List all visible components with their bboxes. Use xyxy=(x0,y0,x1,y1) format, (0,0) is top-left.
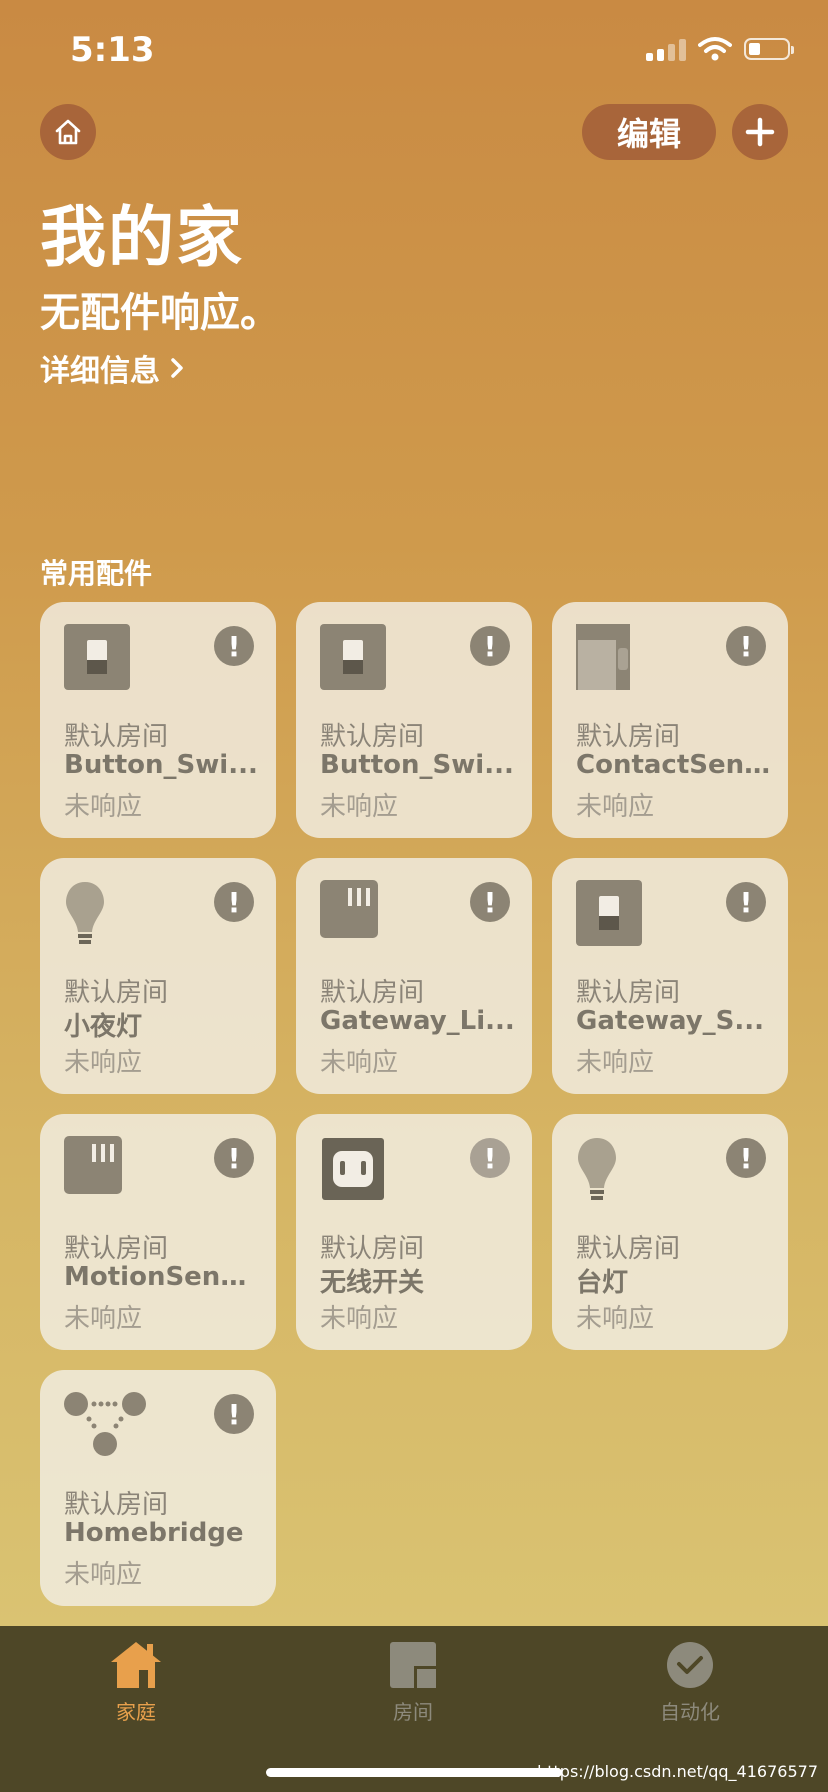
bridge-icon xyxy=(64,1392,146,1458)
tile-room: 默认房间 xyxy=(64,722,169,752)
sensor-icon xyxy=(320,880,386,946)
tile-room: 默认房间 xyxy=(320,1234,425,1264)
switch-icon xyxy=(64,624,130,690)
tile-name: ContactSen... xyxy=(576,750,772,780)
add-button[interactable] xyxy=(732,104,788,160)
home-settings-button[interactable] xyxy=(40,104,96,160)
alert-icon: ! xyxy=(470,626,510,666)
switch-icon xyxy=(320,624,386,690)
alert-icon: ! xyxy=(214,626,254,666)
edit-button[interactable]: 编辑 xyxy=(582,104,716,160)
alert-icon: ! xyxy=(214,1138,254,1178)
sensor-icon xyxy=(64,1136,130,1202)
tile-name: Gateway_Li... xyxy=(320,1006,515,1036)
tab-automation-label: 自动化 xyxy=(660,1700,720,1724)
tile-name: MotionSens... xyxy=(64,1262,260,1292)
alert-icon: ! xyxy=(726,626,766,666)
details-link[interactable]: 详细信息 xyxy=(40,346,184,390)
tile-status: 未响应 xyxy=(576,792,655,822)
tile-name: 无线开关 xyxy=(320,1268,425,1298)
alert-icon: ! xyxy=(726,882,766,922)
tile-name: 台灯 xyxy=(576,1268,629,1298)
house-outline-icon xyxy=(55,119,81,145)
house-filled-icon xyxy=(111,1642,161,1688)
status-icons xyxy=(646,36,794,62)
status-time: 5:13 xyxy=(70,30,155,70)
tile-status: 未响应 xyxy=(64,792,143,822)
alert-icon: ! xyxy=(726,1138,766,1178)
tab-automation[interactable]: 自动化 xyxy=(620,1640,760,1725)
tile-room: 默认房间 xyxy=(576,978,681,1008)
switch-icon xyxy=(576,880,642,946)
tile-room: 默认房间 xyxy=(576,722,681,752)
chevron-right-icon xyxy=(171,358,183,378)
tab-rooms-label: 房间 xyxy=(393,1700,433,1724)
tile-status: 未响应 xyxy=(576,1048,655,1078)
rooms-icon xyxy=(390,1642,436,1688)
tile-name: Homebridge xyxy=(64,1518,244,1548)
page-title: 我的家 xyxy=(40,199,244,276)
accessory-tile[interactable]: ! 默认房间 Button_Swi... 未响应 xyxy=(40,602,276,838)
tab-rooms[interactable]: 房间 xyxy=(343,1640,483,1725)
alert-icon: ! xyxy=(470,882,510,922)
accessory-tile[interactable]: ! 默认房间 MotionSens... 未响应 xyxy=(40,1114,276,1350)
cellular-signal-icon xyxy=(646,37,686,61)
tile-status: 未响应 xyxy=(64,1304,143,1334)
alert-icon: ! xyxy=(214,1394,254,1434)
tile-room: 默认房间 xyxy=(320,978,425,1008)
tile-room: 默认房间 xyxy=(64,978,169,1008)
accessory-tile[interactable]: ! 默认房间 Homebridge 未响应 xyxy=(40,1370,276,1606)
alert-icon: ! xyxy=(214,882,254,922)
accessory-tile[interactable]: ! 默认房间小夜灯未响应 xyxy=(40,858,276,1094)
tile-name: Button_Swi... xyxy=(64,750,258,780)
tile-status: 未响应 xyxy=(320,1048,399,1078)
accessory-tile[interactable]: ! 默认房间 ContactSen... 未响应 xyxy=(552,602,788,838)
bulb-icon xyxy=(576,1136,642,1202)
tab-home[interactable]: 家庭 xyxy=(66,1640,206,1725)
battery-icon xyxy=(744,38,794,60)
door-contact-icon xyxy=(576,624,642,690)
tile-status: 未响应 xyxy=(320,1304,399,1334)
accessory-tile[interactable]: ! 默认房间 Button_Swi... 未响应 xyxy=(296,602,532,838)
watermark: https://blog.csdn.net/qq_41676577 xyxy=(537,1762,818,1781)
home-indicator[interactable] xyxy=(266,1768,562,1777)
plus-icon xyxy=(745,117,775,147)
tile-status: 未响应 xyxy=(64,1560,143,1590)
bulb-icon xyxy=(64,880,130,946)
automation-clock-icon xyxy=(667,1642,713,1688)
section-favorites-label: 常用配件 xyxy=(40,557,153,590)
wifi-icon xyxy=(698,37,732,61)
tile-room: 默认房间 xyxy=(64,1234,169,1264)
details-label: 详细信息 xyxy=(40,354,160,389)
accessory-tile[interactable]: ! 默认房间无线开关未响应 xyxy=(296,1114,532,1350)
tile-status: 未响应 xyxy=(64,1048,143,1078)
accessory-tile[interactable]: ! 默认房间台灯未响应 xyxy=(552,1114,788,1350)
accessory-tile[interactable]: ! 默认房间 Gateway_Li... 未响应 xyxy=(296,858,532,1094)
tile-name: Button_Swi... xyxy=(320,750,514,780)
status-summary: 无配件响应。 xyxy=(40,290,280,336)
tile-name: 小夜灯 xyxy=(64,1012,143,1042)
accessory-tile[interactable]: ! 默认房间 Gateway_S... 未响应 xyxy=(552,858,788,1094)
tile-status: 未响应 xyxy=(576,1304,655,1334)
tile-room: 默认房间 xyxy=(320,722,425,752)
alert-icon: ! xyxy=(470,1138,510,1178)
tab-home-label: 家庭 xyxy=(116,1700,156,1724)
tile-room: 默认房间 xyxy=(576,1234,681,1264)
tile-name: Gateway_S... xyxy=(576,1006,765,1036)
accessory-grid: ! 默认房间 Button_Swi... 未响应! 默认房间 Button_Swi... 未… xyxy=(40,602,790,1606)
tile-room: 默认房间 xyxy=(64,1490,169,1520)
outlet-icon xyxy=(320,1136,386,1202)
tile-status: 未响应 xyxy=(320,792,399,822)
